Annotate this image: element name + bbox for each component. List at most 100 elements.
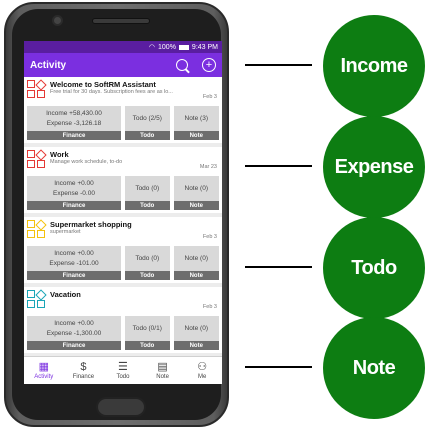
speaker-grille xyxy=(92,18,150,24)
card-title: Vacation xyxy=(50,290,81,299)
nav-item-me[interactable]: ⚇ Me xyxy=(182,357,222,384)
income-value: Income +58,430.00 xyxy=(46,109,102,117)
note-count: Note (0) xyxy=(184,324,208,332)
activity-card[interactable]: Vacation Feb 3 Income +0.00 Expense -1,3… xyxy=(24,287,222,353)
note-label: Note xyxy=(173,271,219,280)
person-icon: ⚇ xyxy=(197,361,208,373)
finance-label: Finance xyxy=(27,341,121,350)
wifi-icon: ◠ xyxy=(148,44,156,51)
todo-tile[interactable]: Todo (0) Todo xyxy=(124,246,170,280)
card-title: Work xyxy=(50,150,69,159)
card-header: Supermarket shopping supermarket Feb 3 xyxy=(27,219,219,244)
card-subtitle: supermarket xyxy=(50,229,81,235)
callout-connector xyxy=(245,165,312,167)
finance-label: Finance xyxy=(27,271,121,280)
card-date: Mar 23 xyxy=(199,164,217,170)
nav-item-finance[interactable]: $ Finance xyxy=(64,357,104,384)
activity-card[interactable]: Welcome to SoftRM Assistant Free trial f… xyxy=(24,77,222,143)
activity-logo-icon xyxy=(27,219,47,239)
nav-item-todo[interactable]: ☰ Todo xyxy=(103,357,143,384)
finance-label: Finance xyxy=(27,201,121,210)
battery-percent: 100% xyxy=(158,43,176,51)
todo-tile[interactable]: Todo (2/5) Todo xyxy=(124,106,170,140)
card-header: Welcome to SoftRM Assistant Free trial f… xyxy=(27,79,219,104)
income-value: Income +0.00 xyxy=(54,179,94,187)
finance-tile[interactable]: Income +0.00 Expense -1,300.00 Finance xyxy=(27,316,121,350)
note-label: Note xyxy=(173,131,219,140)
callout-note: Note xyxy=(323,317,425,419)
card-subtitle: Free trial for 30 days. Subscription fee… xyxy=(50,89,173,95)
todo-label: Todo xyxy=(124,341,170,350)
dollar-icon: $ xyxy=(80,361,87,373)
activity-logo-icon xyxy=(27,79,47,99)
todo-count: Todo (0) xyxy=(135,184,160,192)
nav-label: Me xyxy=(198,374,207,380)
todo-label: Todo xyxy=(124,271,170,280)
callout-connector xyxy=(245,64,312,66)
callout-todo: Todo xyxy=(323,217,425,319)
status-time: 9:43 PM xyxy=(191,43,218,51)
search-icon[interactable] xyxy=(176,59,188,71)
callout-income: Income xyxy=(323,15,425,117)
add-icon[interactable]: + xyxy=(202,58,216,72)
app-screen: ◠ 100% 9:43 PM Activity + Welcome to Sof… xyxy=(24,41,222,384)
note-tile[interactable]: Note (0) Note xyxy=(173,316,219,350)
bottom-nav: ▦ Activity $ Finance ☰ Todo ▤ Note ⚇ Me xyxy=(24,356,222,384)
income-value: Income +0.00 xyxy=(54,249,94,257)
page-title: Activity xyxy=(30,59,67,71)
todo-count: Todo (0) xyxy=(135,254,160,262)
note-tile[interactable]: Note (0) Note xyxy=(173,176,219,210)
finance-tile[interactable]: Income +58,430.00 Expense -3,126.18 Fina… xyxy=(27,106,121,140)
battery-icon xyxy=(178,44,189,50)
note-count: Note (3) xyxy=(184,114,208,122)
activity-logo-icon xyxy=(27,289,47,309)
activity-card[interactable]: Work Manage work schedule, to-do Mar 23 … xyxy=(24,147,222,213)
note-count: Note (0) xyxy=(184,184,208,192)
camera-icon xyxy=(52,15,63,26)
status-bar: ◠ 100% 9:43 PM xyxy=(24,41,222,53)
note-icon: ▤ xyxy=(157,361,168,373)
home-button[interactable] xyxy=(96,397,146,417)
note-label: Note xyxy=(173,341,219,350)
callout-expense: Expense xyxy=(323,116,425,218)
finance-label: Finance xyxy=(27,131,121,140)
card-header: Work Manage work schedule, to-do Mar 23 xyxy=(27,149,219,174)
finance-tile[interactable]: Income +0.00 Expense -101.00 Finance xyxy=(27,246,121,280)
todo-tile[interactable]: Todo (0) Todo xyxy=(124,176,170,210)
nav-item-note[interactable]: ▤ Note xyxy=(143,357,183,384)
expense-value: Expense -1,300.00 xyxy=(46,329,102,337)
todo-label: Todo xyxy=(124,131,170,140)
expense-value: Expense -3,126.18 xyxy=(46,119,102,127)
nav-label: Note xyxy=(156,374,169,380)
list-icon: ☰ xyxy=(118,361,128,373)
note-tile[interactable]: Note (3) Note xyxy=(173,106,219,140)
card-subtitle: Manage work schedule, to-do xyxy=(50,159,123,165)
finance-tile[interactable]: Income +0.00 Expense -0.00 Finance xyxy=(27,176,121,210)
callout-connector xyxy=(245,366,312,368)
note-label: Note xyxy=(173,201,219,210)
nav-label: Activity xyxy=(34,374,54,380)
todo-label: Todo xyxy=(124,201,170,210)
activity-card[interactable]: Supermarket shopping supermarket Feb 3 I… xyxy=(24,217,222,283)
activity-logo-icon xyxy=(27,149,47,169)
app-bar: Activity + xyxy=(24,53,222,77)
expense-value: Expense -0.00 xyxy=(53,189,95,197)
note-tile[interactable]: Note (0) Note xyxy=(173,246,219,280)
nav-label: Todo xyxy=(116,374,130,380)
todo-tile[interactable]: Todo (0/1) Todo xyxy=(124,316,170,350)
todo-count: Todo (2/5) xyxy=(132,114,162,122)
card-header: Vacation Feb 3 xyxy=(27,289,219,314)
activity-list[interactable]: Welcome to SoftRM Assistant Free trial f… xyxy=(24,77,222,356)
grid-icon: ▦ xyxy=(38,361,49,373)
nav-label: Finance xyxy=(72,374,95,380)
nav-item-activity[interactable]: ▦ Activity xyxy=(24,357,64,384)
card-date: Feb 3 xyxy=(202,94,217,100)
expense-value: Expense -101.00 xyxy=(49,259,99,267)
card-date: Feb 3 xyxy=(202,304,217,310)
card-date: Feb 3 xyxy=(202,234,217,240)
note-count: Note (0) xyxy=(184,254,208,262)
card-title: Welcome to SoftRM Assistant xyxy=(50,80,156,89)
phone-frame: ◠ 100% 9:43 PM Activity + Welcome to Sof… xyxy=(4,2,229,427)
callout-connector xyxy=(245,266,312,268)
card-title: Supermarket shopping xyxy=(50,220,132,229)
